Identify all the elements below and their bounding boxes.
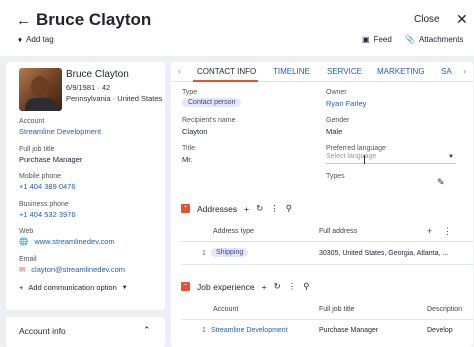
attachments-button[interactable]: 📎 Attachments	[405, 35, 463, 44]
chevron-right-icon[interactable]: ›	[463, 66, 466, 76]
description-header: Description	[427, 306, 463, 313]
business-link[interactable]: +1 404 532 3976	[19, 210, 76, 219]
chevron-left-icon[interactable]: ‹	[178, 66, 181, 76]
chevron-up-icon[interactable]: ⌃	[143, 325, 151, 336]
types-label: Types	[326, 173, 345, 180]
account-header: Account	[213, 306, 239, 313]
refresh-icon[interactable]: ↻	[274, 281, 281, 292]
business-label: Business phone	[19, 201, 69, 208]
search-icon[interactable]: ⚲	[303, 281, 309, 292]
plus-icon: +	[19, 283, 24, 292]
mail-icon: ✉	[19, 265, 26, 274]
attachments-label: Attachments	[418, 35, 464, 44]
type-pill[interactable]: Contact person	[182, 98, 242, 107]
job-experience-title: Job experience	[197, 281, 255, 292]
add-tag-label: Add tag	[26, 35, 54, 44]
job-title-label: Full job title	[19, 146, 55, 153]
addresses-header: ⌃ Addresses + ↻ ⋮ ⚲	[181, 203, 292, 214]
type-label: Type	[182, 89, 198, 96]
addresses-title: Addresses	[197, 203, 238, 214]
plus-icon[interactable]: +	[244, 204, 249, 214]
feed-label: Feed	[373, 35, 392, 44]
tab-contact-info[interactable]: CONTACT INFO	[197, 67, 256, 76]
add-communication-button[interactable]: + Add communication option ▼	[19, 283, 128, 292]
feed-icon: ▣	[362, 35, 370, 44]
x-icon[interactable]: ✕	[456, 11, 468, 28]
tab-bar: ‹ CONTACT INFO TIMELINE SERVICE MARKETIN…	[171, 62, 473, 82]
job-experience-header: ⌃ Job experience + ↻ ⋮ ⚲	[181, 281, 309, 292]
pencil-icon[interactable]: ✎	[437, 177, 445, 188]
recipient-label: Recipient's name	[182, 117, 236, 124]
profile-dob-age: 6/9/1981 · 42	[66, 83, 111, 92]
language-placeholder: Select language	[326, 153, 377, 160]
top-bar: ← Bruce Clayton Close ✕ ♦ Add tag ▣ Feed…	[0, 0, 474, 56]
gender-label: Gender	[326, 117, 350, 124]
divider	[181, 319, 473, 320]
title-value[interactable]: Mr.	[182, 155, 192, 164]
divider	[181, 241, 473, 242]
add-communication-label: Add communication option	[28, 283, 117, 292]
text-cursor	[364, 155, 365, 164]
active-tab-indicator	[193, 80, 258, 82]
email-row[interactable]: ✉ clayton@streamlinedev.com	[19, 265, 125, 274]
globe-icon: 🌐	[19, 237, 29, 246]
recipient-value[interactable]: Clayton	[182, 127, 207, 136]
account-label: Account	[19, 118, 45, 125]
add-tag-button[interactable]: ♦ Add tag	[18, 35, 54, 44]
job-title-header: Full job title	[319, 306, 355, 313]
account-info-label: Account info	[19, 326, 66, 336]
plus-icon[interactable]: +	[262, 282, 267, 292]
details-panel: ‹ CONTACT INFO TIMELINE SERVICE MARKETIN…	[171, 62, 473, 347]
job-title-cell[interactable]: Purchase Manager	[319, 327, 378, 334]
owner-label: Owner	[326, 89, 347, 96]
profile-location: Pennsylvania · United States	[66, 94, 163, 103]
web-row[interactable]: 🌐 www.streamlinedev.com	[19, 237, 115, 246]
search-icon[interactable]: ⚲	[286, 203, 292, 214]
job-title-value: Purchase Manager	[19, 155, 83, 164]
arrow-left-icon[interactable]: ←	[16, 12, 31, 29]
tab-service[interactable]: SERVICE	[327, 67, 362, 76]
page-title: Bruce Clayton	[36, 10, 152, 29]
row-number: 1	[202, 250, 206, 257]
row-number: 1	[202, 327, 206, 334]
title-label: Title	[182, 145, 195, 152]
chevron-down-icon: ▼	[448, 154, 454, 160]
shipping-pill[interactable]: Shipping	[211, 248, 249, 257]
web-link[interactable]: www.streamlinedev.com	[34, 237, 114, 246]
gender-value[interactable]: Male	[326, 127, 342, 136]
feed-button[interactable]: ▣ Feed	[362, 35, 392, 44]
chevron-down-icon: ▼	[121, 284, 128, 291]
more-icon[interactable]: ⋮	[288, 281, 297, 292]
owner-link[interactable]: Ryan Farley	[326, 99, 366, 108]
collapse-icon[interactable]: ⌃	[181, 204, 190, 213]
web-label: Web	[19, 228, 34, 235]
divider	[181, 264, 473, 265]
more-icon[interactable]: ⋮	[443, 226, 452, 237]
language-select[interactable]: Select language ▼	[326, 153, 456, 164]
mobile-label: Mobile phone	[19, 173, 62, 180]
account-cell-link[interactable]: Streamline Development	[211, 327, 288, 334]
paperclip-icon: 📎	[405, 35, 415, 44]
tab-marketing[interactable]: MARKETING	[377, 67, 425, 76]
plus-icon[interactable]: +	[427, 226, 432, 236]
tag-icon: ♦	[18, 35, 23, 44]
description-cell[interactable]: Develop	[427, 327, 453, 334]
avatar	[19, 68, 62, 111]
mobile-link[interactable]: +1 404 389 0476	[19, 182, 76, 191]
tab-timeline[interactable]: TIMELINE	[273, 67, 310, 76]
close-button[interactable]: Close	[414, 14, 440, 25]
refresh-icon[interactable]: ↻	[256, 203, 263, 214]
profile-card: Bruce Clayton 6/9/1981 · 42 Pennsylvania…	[6, 62, 165, 310]
address-cell[interactable]: 30305, United States, Georgia, Atlanta, …	[319, 250, 448, 257]
account-link[interactable]: Streamline Development	[19, 127, 101, 136]
email-label: Email	[19, 256, 37, 263]
address-type-header: Address type	[213, 228, 254, 235]
more-icon[interactable]: ⋮	[270, 203, 279, 214]
full-address-header: Full address	[319, 228, 358, 235]
collapse-icon[interactable]: ⌃	[181, 282, 190, 291]
tab-sales[interactable]: SA	[441, 67, 452, 76]
language-label: Preferred language	[326, 145, 386, 152]
email-link[interactable]: clayton@streamlinedev.com	[31, 265, 125, 274]
profile-name: Bruce Clayton	[66, 69, 129, 80]
